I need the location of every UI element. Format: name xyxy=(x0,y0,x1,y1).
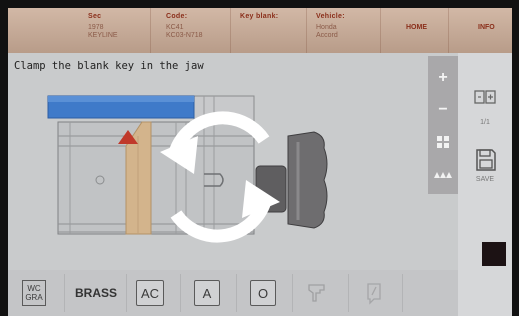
right-panel: 1/1 SAVE xyxy=(458,53,512,316)
info-header: Sec 1978 KEYLINE Code: KC41 KC03-N718 Ke… xyxy=(8,8,512,53)
header-code-value-1: KC41 xyxy=(166,24,184,31)
cutter-icon xyxy=(308,284,325,302)
wc-gra-button[interactable]: WC GRA xyxy=(22,280,46,306)
instruction-text: Clamp the blank key in the jaw xyxy=(14,60,204,72)
toolbar-divider xyxy=(64,274,65,312)
header-divider xyxy=(380,8,381,53)
header-divider xyxy=(306,8,307,53)
header-vehicle-value-2: Accord xyxy=(316,32,338,39)
home-button[interactable]: HOME xyxy=(406,24,427,31)
header-divider xyxy=(230,8,231,53)
toolbar-divider xyxy=(126,274,127,312)
zoom-out-button[interactable]: − xyxy=(428,96,458,124)
gra-label: GRA xyxy=(25,293,43,302)
header-sec-label: Sec xyxy=(88,13,102,20)
header-key-blank: Key blank: xyxy=(240,13,278,20)
toolbar-divider xyxy=(180,274,181,312)
mode-o-button[interactable]: O xyxy=(250,280,276,306)
info-button[interactable]: INFO xyxy=(478,24,495,31)
material-button[interactable]: BRASS xyxy=(70,280,122,306)
header-vehicle-value-1: Honda xyxy=(316,24,337,31)
page-indicator: 1/1 xyxy=(480,119,490,126)
machine-screen: Sec 1978 KEYLINE Code: KC41 KC03-N718 Ke… xyxy=(8,8,512,316)
wc-label: WC xyxy=(27,284,41,293)
header-vehicle: Vehicle: Honda Accord xyxy=(316,13,345,40)
status-indicator xyxy=(482,242,506,266)
header-sec-value-1: 1978 xyxy=(88,24,104,31)
header-key-blank-label: Key blank: xyxy=(240,13,279,20)
zoom-in-button[interactable]: + xyxy=(428,64,458,92)
profile-icon xyxy=(434,172,452,178)
header-code: Code: KC41 KC03-N718 xyxy=(166,13,203,40)
tracer-icon xyxy=(367,283,381,305)
bottom-toolbar: WC GRA BRASS AC A O xyxy=(8,270,458,316)
mode-ac-button[interactable]: AC xyxy=(136,280,164,306)
save-button-label[interactable]: SAVE xyxy=(458,176,512,183)
jaw-body xyxy=(57,121,255,235)
mode-a-button[interactable]: A xyxy=(194,280,220,306)
cutter-tool-button[interactable] xyxy=(302,280,332,306)
clamp-drawing xyxy=(47,95,328,243)
grid-icon xyxy=(437,136,449,148)
tracer-tool-button[interactable] xyxy=(360,280,388,306)
page-switch-icon[interactable] xyxy=(474,89,496,105)
save-icon[interactable] xyxy=(476,149,496,171)
header-code-value-2: KC03-N718 xyxy=(166,32,203,39)
clamp-knob xyxy=(287,131,328,229)
header-divider xyxy=(150,8,151,53)
fit-view-button[interactable] xyxy=(428,128,458,156)
header-vehicle-label: Vehicle: xyxy=(316,13,345,20)
header-code-label: Code: xyxy=(166,13,188,20)
zoom-toolbar: + − xyxy=(428,56,458,194)
toolbar-divider xyxy=(292,274,293,312)
toolbar-divider xyxy=(348,274,349,312)
header-sec-value-2: KEYLINE xyxy=(88,32,118,39)
header-divider xyxy=(448,8,449,53)
header-sec: Sec 1978 KEYLINE xyxy=(88,13,118,40)
toolbar-divider xyxy=(402,274,403,312)
profile-view-button[interactable] xyxy=(428,160,458,188)
toolbar-divider xyxy=(236,274,237,312)
